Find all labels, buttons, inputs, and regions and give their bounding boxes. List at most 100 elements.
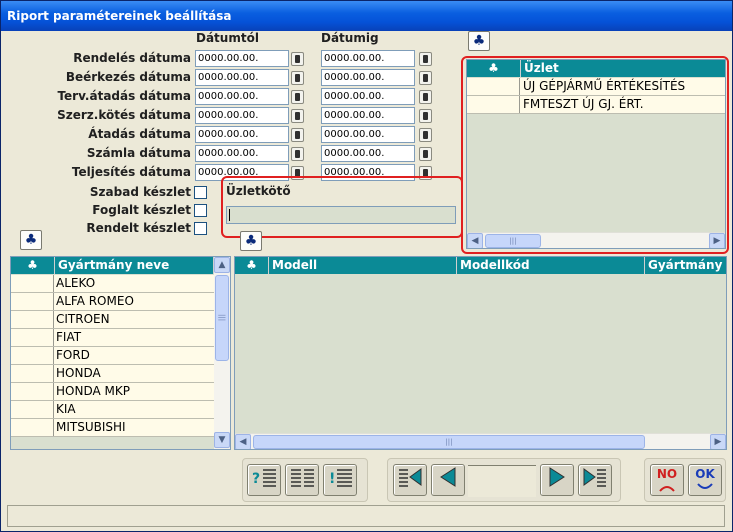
date-from-input[interactable]: 0000.00.00. <box>195 50 289 67</box>
report-parameters-window: Riport paramétereinek beállítása Dátumtó… <box>0 0 733 532</box>
row-indicator <box>11 401 54 418</box>
model-column-header[interactable]: Modell <box>269 257 457 274</box>
scroll-left-icon[interactable]: ◀ <box>467 233 483 248</box>
maker-name: ALEKO <box>56 276 96 290</box>
maker-filter-button[interactable]: ♣ <box>20 230 42 250</box>
grid-info-button[interactable]: ! <box>323 464 357 496</box>
model-code-column-header[interactable]: Modellkód <box>457 257 645 274</box>
calendar-dropdown-icon[interactable] <box>291 128 304 142</box>
row-indicator <box>11 311 54 328</box>
shop-name: FMTESZT ÚJ GJ. ÉRT. <box>523 97 644 111</box>
club-icon: ♣ <box>11 257 55 274</box>
stock-checkbox[interactable] <box>194 186 207 199</box>
shop-row[interactable]: FMTESZT ÚJ GJ. ÉRT. <box>467 96 725 114</box>
grid-tools-toolbar: ? ! <box>242 458 368 502</box>
maker-column-header[interactable]: Gyártmány neve <box>55 257 214 274</box>
next-icon <box>549 467 565 487</box>
grid-search-button[interactable]: ? <box>247 464 281 496</box>
row-indicator <box>11 275 54 292</box>
first-record-button[interactable] <box>393 464 427 496</box>
model-filter-button[interactable]: ♣ <box>240 231 262 251</box>
stock-checkbox-label: Foglalt készlet <box>92 203 191 217</box>
date-to-input[interactable]: 0000.00.00. <box>321 69 415 86</box>
calendar-dropdown-icon[interactable] <box>419 147 432 161</box>
model-maker-column-header[interactable]: Gyártmány <box>645 257 726 274</box>
scroll-thumb[interactable]: ||| <box>215 275 229 361</box>
shop-hscrollbar[interactable]: ◀ ||| ▶ <box>467 232 725 248</box>
calendar-dropdown-icon[interactable] <box>291 109 304 123</box>
maker-row[interactable]: FIAT <box>11 329 214 347</box>
window-title: Riport paramétereinek beállítása <box>1 1 732 31</box>
calendar-dropdown-icon[interactable] <box>419 52 432 66</box>
first-record-icon <box>399 468 422 487</box>
scroll-thumb[interactable]: ||| <box>253 435 645 449</box>
scroll-up-icon[interactable]: ▲ <box>214 257 230 273</box>
date-to-input[interactable]: 0000.00.00. <box>321 107 415 124</box>
maker-row[interactable]: ALEKO <box>11 275 214 293</box>
previous-record-button[interactable] <box>431 464 465 496</box>
dealmaker-field[interactable] <box>226 206 456 224</box>
grid-list-button[interactable] <box>285 464 319 496</box>
shop-filter-button[interactable]: ♣ <box>468 31 490 51</box>
ok-button[interactable]: OK <box>688 464 722 496</box>
ok-label: OK <box>695 467 715 481</box>
scroll-left-icon[interactable]: ◀ <box>235 434 251 449</box>
scroll-right-icon[interactable]: ▶ <box>709 233 725 248</box>
record-position-track[interactable] <box>468 465 536 497</box>
previous-icon <box>440 467 456 487</box>
row-indicator <box>11 347 54 364</box>
date-from-input[interactable]: 0000.00.00. <box>195 107 289 124</box>
date-row-label: Átadás dátuma <box>88 127 191 141</box>
row-indicator <box>11 329 54 346</box>
calendar-dropdown-icon[interactable] <box>291 90 304 104</box>
scroll-thumb[interactable]: ||| <box>485 234 541 248</box>
list-icon <box>291 469 314 487</box>
calendar-dropdown-icon[interactable] <box>419 109 432 123</box>
row-indicator <box>467 96 520 113</box>
calendar-dropdown-icon[interactable] <box>419 71 432 85</box>
model-hscrollbar[interactable]: ◀ ||| ▶ <box>235 433 726 449</box>
last-record-button[interactable] <box>578 464 612 496</box>
calendar-dropdown-icon[interactable] <box>291 147 304 161</box>
no-button[interactable]: NO <box>650 464 684 496</box>
maker-row[interactable]: KIA <box>11 401 214 419</box>
calendar-dropdown-icon[interactable] <box>419 128 432 142</box>
date-row-label: Beérkezés dátuma <box>65 70 191 84</box>
date-from-input[interactable]: 0000.00.00. <box>195 145 289 162</box>
date-from-input[interactable]: 0000.00.00. <box>195 126 289 143</box>
maker-grid-header: ♣ Gyártmány neve <box>11 257 214 274</box>
shop-name: ÚJ GÉPJÁRMŰ ÉRTÉKESÍTÉS <box>523 79 686 93</box>
date-from-input[interactable]: 0000.00.00. <box>195 88 289 105</box>
stock-checkbox[interactable] <box>194 204 207 217</box>
maker-row[interactable]: HONDA MKP <box>11 383 214 401</box>
row-indicator <box>467 78 520 95</box>
text-caret <box>229 209 230 221</box>
maker-row[interactable]: ALFA ROMEO <box>11 293 214 311</box>
status-bar <box>7 505 725 527</box>
stock-checkbox[interactable] <box>194 222 207 235</box>
date-from-input[interactable]: 0000.00.00. <box>195 69 289 86</box>
shop-grid: ♣ Üzlet ÚJ GÉPJÁRMŰ ÉRTÉKESÍTÉS FMTESZT … <box>466 59 726 249</box>
date-to-input[interactable]: 0000.00.00. <box>321 50 415 67</box>
club-icon: ♣ <box>467 60 521 77</box>
calendar-dropdown-icon[interactable] <box>291 71 304 85</box>
maker-name: ALFA ROMEO <box>56 294 134 308</box>
date-to-input[interactable]: 0000.00.00. <box>321 88 415 105</box>
maker-row[interactable]: MITSUBISHI <box>11 419 214 437</box>
shop-column-header[interactable]: Üzlet <box>521 60 725 77</box>
date-row-label: Terv.átadás dátuma <box>57 89 191 103</box>
date-row-label: Teljesítés dátuma <box>71 165 191 179</box>
date-to-input[interactable]: 0000.00.00. <box>321 145 415 162</box>
maker-row[interactable]: HONDA <box>11 365 214 383</box>
maker-row[interactable]: CITROEN <box>11 311 214 329</box>
calendar-dropdown-icon[interactable] <box>419 90 432 104</box>
maker-vscrollbar[interactable]: ▲ ||| ▼ <box>214 257 230 449</box>
scroll-down-icon[interactable]: ▼ <box>214 432 230 448</box>
date-to-input[interactable]: 0000.00.00. <box>321 126 415 143</box>
info-list-icon: ! <box>329 469 352 487</box>
next-record-button[interactable] <box>540 464 574 496</box>
maker-row[interactable]: FORD <box>11 347 214 365</box>
scroll-right-icon[interactable]: ▶ <box>710 434 726 449</box>
calendar-dropdown-icon[interactable] <box>291 52 304 66</box>
shop-row[interactable]: ÚJ GÉPJÁRMŰ ÉRTÉKESÍTÉS <box>467 78 725 96</box>
